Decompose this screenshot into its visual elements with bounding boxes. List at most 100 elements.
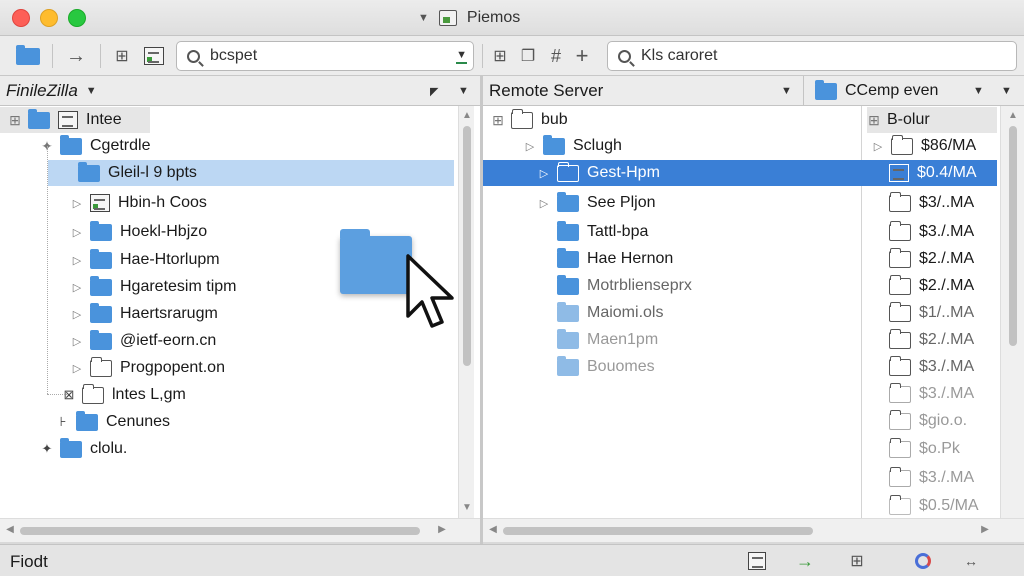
tree-row[interactable]: ⊠ lntes L,gm <box>62 382 186 408</box>
remote-path-dropdown[interactable]: CCemp even <box>815 79 938 100</box>
collapse-icon[interactable]: ⊠ <box>62 387 76 403</box>
expand-icon[interactable]: ▷ <box>537 197 551 210</box>
remote-row-size[interactable]: $1/..MA <box>889 300 974 326</box>
remote-row-size[interactable]: $3./.MA <box>889 219 974 245</box>
remote-search-box[interactable] <box>607 41 1017 71</box>
remote-row[interactable]: ▷ Sclugh <box>523 133 622 159</box>
network-status-button[interactable] <box>912 551 934 571</box>
remote-row[interactable]: Bouomes <box>557 354 655 380</box>
expand-icon[interactable]: ▷ <box>70 335 84 348</box>
tree-row[interactable]: ▷ Progpopent.on <box>70 355 225 381</box>
queue-log-button[interactable] <box>746 551 768 571</box>
expand-icon[interactable]: ▷ <box>70 281 84 294</box>
remote-row-size[interactable]: $0.5/MA <box>889 493 979 518</box>
remote-row-size[interactable]: $3./.MA <box>889 354 974 380</box>
expand-icon[interactable]: ▷ <box>537 167 551 180</box>
tree-row-selected[interactable]: Gleil-l 9 bpts <box>48 160 454 186</box>
stop-button[interactable]: ⊞ <box>846 551 868 571</box>
tree-row[interactable]: ▷ Haertsrarugm <box>70 301 218 327</box>
remote-row[interactable]: ▷ See Pljon <box>537 190 656 216</box>
expand-icon[interactable]: ▷ <box>70 308 84 321</box>
remote-row-size[interactable]: $2./.MA <box>889 327 974 353</box>
expand-icon[interactable]: ▷ <box>70 254 84 267</box>
open-folder-button[interactable] <box>14 42 42 70</box>
remote-row[interactable]: Maen1pm <box>557 327 658 353</box>
scrollbar-thumb[interactable] <box>20 527 420 535</box>
scroll-left-icon[interactable]: ◀ <box>485 524 501 535</box>
tree-row[interactable]: ✦ clolu. <box>40 436 127 462</box>
tree-row[interactable]: ✦ Cgetrdle <box>40 133 150 159</box>
remote-row-size[interactable]: $o.Pk <box>889 436 960 462</box>
scroll-right-icon[interactable]: ▶ <box>434 524 450 535</box>
remote-row-size[interactable]: $3/..MA <box>889 190 974 216</box>
remote-row-size[interactable]: ▷ $86/MA <box>871 133 976 159</box>
transfer-arrow-button[interactable]: → <box>62 42 90 70</box>
column-header-size[interactable]: ⊞ B-olur <box>867 107 997 133</box>
remote-row[interactable]: Maiomi.ols <box>557 300 663 326</box>
process-queue-button[interactable]: → <box>794 551 816 571</box>
tree-row[interactable]: ▷ @ietf-eorn.cn <box>70 328 216 354</box>
scrollbar-thumb[interactable] <box>463 126 471 366</box>
remote-row-size[interactable]: $gio.o. <box>889 408 967 434</box>
chevron-down-icon[interactable]: ▼ <box>458 85 469 97</box>
sync-browse-button[interactable] <box>140 42 168 70</box>
column-header-name[interactable]: ⊞ bub <box>491 107 571 133</box>
chevron-down-icon[interactable]: ▼ <box>781 85 792 97</box>
local-vertical-scrollbar[interactable]: ▲ ▼ <box>458 106 474 518</box>
expand-icon[interactable]: ▷ <box>871 140 885 153</box>
chevron-down-icon[interactable]: ▼ <box>456 49 467 64</box>
scroll-up-icon[interactable]: ▲ <box>459 110 475 121</box>
tree-row[interactable]: ▷ Hbin-h Coos <box>70 190 207 216</box>
chevron-down-icon[interactable]: ▼ <box>86 85 97 97</box>
folder-icon <box>557 355 579 376</box>
remote-row-size[interactable]: $2./.MA <box>889 246 974 272</box>
tree-row[interactable]: ▷ Hgaretesim tipm <box>70 274 236 300</box>
close-window-button[interactable] <box>12 9 30 27</box>
remote-row-size[interactable]: $3./.MA <box>889 465 974 491</box>
remote-row-selected[interactable]: ▷ Gest-Hpm <box>483 160 861 186</box>
scrollbar-thumb[interactable] <box>503 527 813 535</box>
transfer-status-button[interactable]: ↔ <box>960 551 982 571</box>
remote-horizontal-scrollbar[interactable]: ◀ ▶ <box>483 518 1024 542</box>
local-search-box[interactable]: ▼ <box>176 41 474 71</box>
local-search-input[interactable] <box>210 47 450 65</box>
grid-view-button[interactable]: ⊞ <box>108 42 136 70</box>
add-button[interactable]: + <box>568 42 596 70</box>
scroll-right-icon[interactable]: ▶ <box>977 524 993 535</box>
tree-row-root[interactable]: ⊞ Intee <box>0 107 150 133</box>
tree-row[interactable]: ⊦ Cenunes <box>56 409 170 435</box>
scrollbar-thumb[interactable] <box>1009 126 1017 346</box>
expand-icon[interactable]: ✦ <box>40 441 54 457</box>
scroll-left-icon[interactable]: ◀ <box>2 524 18 535</box>
remote-search-input[interactable] <box>641 47 881 65</box>
scroll-up-icon[interactable]: ▲ <box>1005 110 1021 121</box>
window-title-group[interactable]: ▼ Piemos <box>418 8 520 28</box>
chevron-down-icon[interactable]: ▼ <box>1001 85 1012 97</box>
remote-row[interactable]: Tattl-bpa <box>557 219 648 245</box>
remote-row-size-selected[interactable]: $0.4/MA <box>861 160 997 186</box>
tree-row[interactable]: ▷ Hae-Htorlupm <box>70 247 220 273</box>
copy-button[interactable]: ❐ <box>514 42 542 70</box>
pane-menu-icon[interactable]: ◤ <box>430 85 438 98</box>
chevron-down-icon[interactable]: ▼ <box>973 85 984 97</box>
collapse-icon[interactable]: ⊦ <box>56 414 70 430</box>
remote-row-size[interactable]: $3./.MA <box>889 381 974 407</box>
title-dropdown-icon[interactable]: ▼ <box>418 12 429 24</box>
expand-icon[interactable]: ▷ <box>70 362 84 375</box>
compare-button[interactable]: ⊞ <box>486 42 514 70</box>
expand-icon[interactable]: ▷ <box>70 226 84 239</box>
folder-icon <box>557 247 579 268</box>
expand-icon[interactable]: ▷ <box>70 197 84 210</box>
scroll-down-icon[interactable]: ▼ <box>459 502 475 513</box>
remote-row[interactable]: Motrblienseprx <box>557 273 692 299</box>
filter-button[interactable]: # <box>542 42 570 70</box>
folder-icon <box>557 191 579 212</box>
remote-row[interactable]: Hae Hernon <box>557 246 673 272</box>
local-horizontal-scrollbar[interactable]: ◀ ▶ <box>0 518 480 542</box>
tree-row[interactable]: ▷ Hoekl-Hbjzo <box>70 219 207 245</box>
minimize-window-button[interactable] <box>40 9 58 27</box>
expand-icon[interactable]: ▷ <box>523 140 537 153</box>
remote-row-size[interactable]: $2./.MA <box>889 273 974 299</box>
maximize-window-button[interactable] <box>68 9 86 27</box>
remote-vertical-scrollbar[interactable]: ▲ <box>1000 106 1024 518</box>
